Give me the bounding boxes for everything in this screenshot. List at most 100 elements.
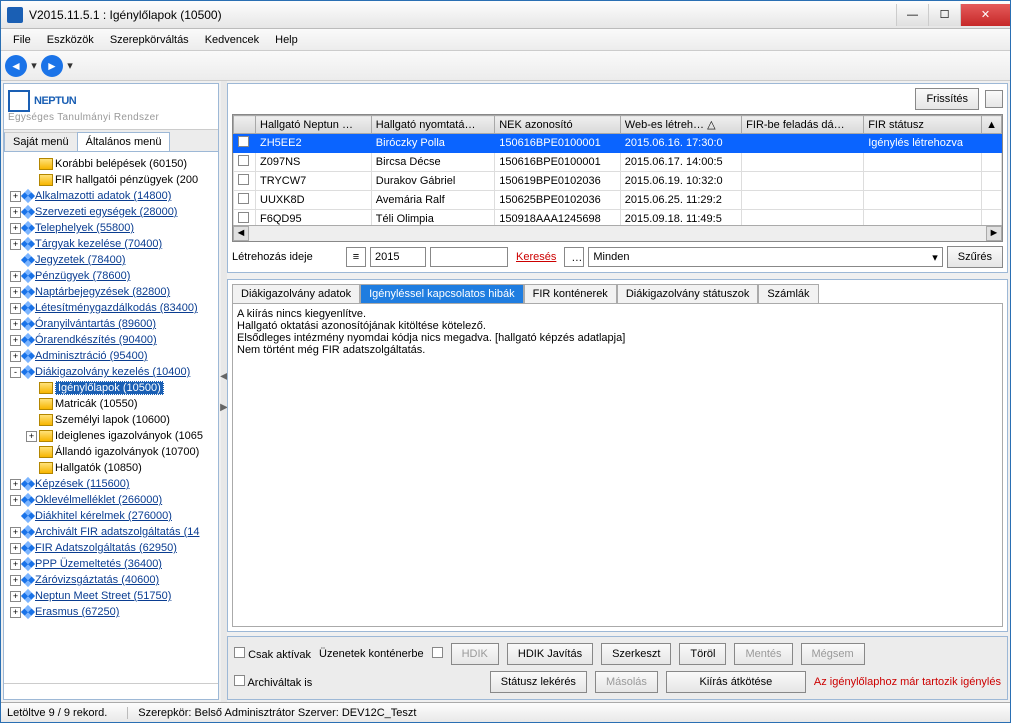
year-input[interactable] — [370, 247, 426, 267]
table-row[interactable]: TRYCW7Durakov Gábriel150619BPE0102036201… — [234, 172, 1002, 191]
tree-item[interactable]: + PPP Üzemeltetés (36400) — [4, 556, 218, 572]
tree-label[interactable]: Adminisztráció (95400) — [35, 350, 148, 362]
tree-label[interactable]: Oklevélmelléklet (266000) — [35, 494, 162, 506]
tree-expander[interactable]: + — [10, 303, 21, 314]
tree-item[interactable]: Igénylőlapok (10500) — [4, 380, 218, 396]
table-row[interactable]: ZH5EE2Biróczky Polla150616BPE01000012015… — [234, 134, 1002, 153]
tree-label[interactable]: Igénylőlapok (10500) — [55, 381, 164, 395]
tree-label[interactable]: Tárgyak kezelése (70400) — [35, 238, 162, 250]
tree-label[interactable]: Ideiglenes igazolványok (1065 — [55, 430, 203, 442]
tree-item[interactable]: +Létesítménygazdálkodás (83400) — [4, 300, 218, 316]
detail-tab[interactable]: Diákigazolvány adatok — [232, 284, 360, 303]
tree-label[interactable]: Alkalmazotti adatok (14800) — [35, 190, 171, 202]
tree-item[interactable]: +Tárgyak kezelése (70400) — [4, 236, 218, 252]
detail-tab[interactable]: Igényléssel kapcsolatos hibák — [360, 284, 524, 303]
tree-item[interactable]: Hallgatók (10850) — [4, 460, 218, 476]
tree-expander[interactable]: + — [10, 319, 21, 330]
tree-item[interactable]: +Pénzügyek (78600) — [4, 268, 218, 284]
hdik-button[interactable]: HDIK — [451, 643, 499, 665]
detail-tab[interactable]: Számlák — [758, 284, 818, 303]
close-button[interactable]: ✕ — [960, 4, 1010, 26]
tree-expander[interactable]: + — [26, 431, 37, 442]
tab-sajat-menu[interactable]: Saját menü — [4, 132, 78, 151]
tree-expander[interactable]: + — [10, 575, 21, 586]
statusz-lekeres-button[interactable]: Státusz lekérés — [490, 671, 587, 693]
nav-fwd-button[interactable]: ► — [41, 55, 63, 77]
tree-expander[interactable]: + — [10, 335, 21, 346]
kiiras-atkotese-button[interactable]: Kiírás átkötése — [666, 671, 806, 693]
table-row[interactable]: F6QD95Téli Olimpia150918AAA12456982015.0… — [234, 210, 1002, 226]
menu-file[interactable]: File — [5, 31, 39, 49]
tree-expander[interactable]: + — [10, 591, 21, 602]
tree-label[interactable]: Diákigazolvány kezelés (10400) — [35, 366, 190, 378]
row-checkbox[interactable] — [238, 136, 249, 147]
filter-dropdown[interactable]: Minden ▾ — [588, 247, 942, 267]
tree-expander[interactable]: + — [10, 207, 21, 218]
tree-expander[interactable]: + — [10, 543, 21, 554]
search-link[interactable]: Keresés — [512, 251, 560, 263]
minimize-button[interactable]: — — [896, 4, 928, 26]
tree-expander[interactable]: + — [10, 479, 21, 490]
tree-label[interactable]: Személyi lapok (10600) — [55, 414, 170, 426]
data-grid[interactable]: Hallgató Neptun …Hallgató nyomtatá…NEK a… — [232, 114, 1003, 242]
tree-label[interactable]: Jegyzetek (78400) — [35, 254, 126, 266]
tree-label[interactable]: FIR hallgatói pénzügyek (200 — [55, 174, 198, 186]
tree-item[interactable]: -Diákigazolvány kezelés (10400) — [4, 364, 218, 380]
tree-label[interactable]: Képzések (115600) — [35, 478, 130, 490]
tree-expander[interactable]: + — [10, 191, 21, 202]
tree-item[interactable]: +Záróvizsgáztatás (40600) — [4, 572, 218, 588]
tree-item[interactable]: + FIR Adatszolgáltatás (62950) — [4, 540, 218, 556]
tree-item[interactable]: +Erasmus (67250) — [4, 604, 218, 620]
col-header[interactable]: Hallgató Neptun … — [256, 116, 372, 134]
table-row[interactable]: UUXK8DAvemária Ralf150625BPE01020362015.… — [234, 191, 1002, 210]
tree-item[interactable]: + Naptárbejegyzések (82800) — [4, 284, 218, 300]
tree-label[interactable]: PPP Üzemeltetés (36400) — [35, 558, 162, 570]
tree-item[interactable]: + Neptun Meet Street (51750) — [4, 588, 218, 604]
tree-item[interactable]: +Szervezeti egységek (28000) — [4, 204, 218, 220]
tree-label[interactable]: Erasmus (67250) — [35, 606, 119, 618]
tree-expander[interactable]: + — [10, 223, 21, 234]
tree-expander[interactable]: + — [10, 527, 21, 538]
tree-expander[interactable]: + — [10, 271, 21, 282]
tree-expander[interactable]: + — [10, 495, 21, 506]
tree-item[interactable]: Diákhitel kérelmek (276000) — [4, 508, 218, 524]
tree-item[interactable]: Személyi lapok (10600) — [4, 412, 218, 428]
tree-item[interactable]: Korábbi belépések (60150) — [4, 156, 218, 172]
col-header[interactable]: NEK azonosító — [495, 116, 621, 134]
menu-eszközök[interactable]: Eszközök — [39, 31, 102, 49]
filter-mode-icon[interactable]: ≡ — [346, 247, 366, 267]
row-checkbox[interactable] — [238, 212, 249, 223]
tree-item[interactable]: + Órarendkészítés (90400) — [4, 332, 218, 348]
col-header[interactable] — [234, 116, 256, 134]
masolas-button[interactable]: Másolás — [595, 671, 658, 693]
mentes-button[interactable]: Mentés — [734, 643, 792, 665]
menu-szerepkörváltás[interactable]: Szerepkörváltás — [102, 31, 197, 49]
tree-label[interactable]: Neptun Meet Street (51750) — [35, 590, 171, 602]
value-input[interactable] — [430, 247, 508, 267]
tree-label[interactable]: Telephelyek (55800) — [35, 222, 134, 234]
tree-expander[interactable]: + — [10, 287, 21, 298]
tree-item[interactable]: Állandó igazolványok (10700) — [4, 444, 218, 460]
tree-item[interactable]: + Képzések (115600) — [4, 476, 218, 492]
tree-label[interactable]: Naptárbejegyzések (82800) — [35, 286, 170, 298]
maximize-button[interactable]: ☐ — [928, 4, 960, 26]
tab-altalanos-menu[interactable]: Általános menü — [77, 132, 171, 151]
torol-button[interactable]: Töröl — [679, 643, 726, 665]
tree-item[interactable]: FIR hallgatói pénzügyek (200 — [4, 172, 218, 188]
szerkeszt-button[interactable]: Szerkeszt — [601, 643, 671, 665]
row-checkbox[interactable] — [238, 193, 249, 204]
pin-icon[interactable] — [985, 90, 1003, 108]
nav-fwd-dropdown[interactable]: ▾ — [65, 59, 75, 72]
tree-hscroll[interactable] — [4, 683, 218, 699]
menu-kedvencek[interactable]: Kedvencek — [197, 31, 267, 49]
megsem-button[interactable]: Mégsem — [801, 643, 865, 665]
table-row[interactable]: Z097NSBircsa Décse150616BPE01000012015.0… — [234, 153, 1002, 172]
tree-label[interactable]: Órarendkészítés (90400) — [35, 334, 157, 346]
tree-expander[interactable]: + — [10, 559, 21, 570]
row-checkbox[interactable] — [238, 155, 249, 166]
csak-aktivak-checkbox[interactable]: Csak aktívak — [234, 647, 311, 661]
tree-item[interactable]: +Archivált FIR adatszolgáltatás (14 — [4, 524, 218, 540]
tree-item[interactable]: +Óranyilvántartás (89600) — [4, 316, 218, 332]
tree-label[interactable]: FIR Adatszolgáltatás (62950) — [35, 542, 177, 554]
tree-item[interactable]: + Ideiglenes igazolványok (1065 — [4, 428, 218, 444]
